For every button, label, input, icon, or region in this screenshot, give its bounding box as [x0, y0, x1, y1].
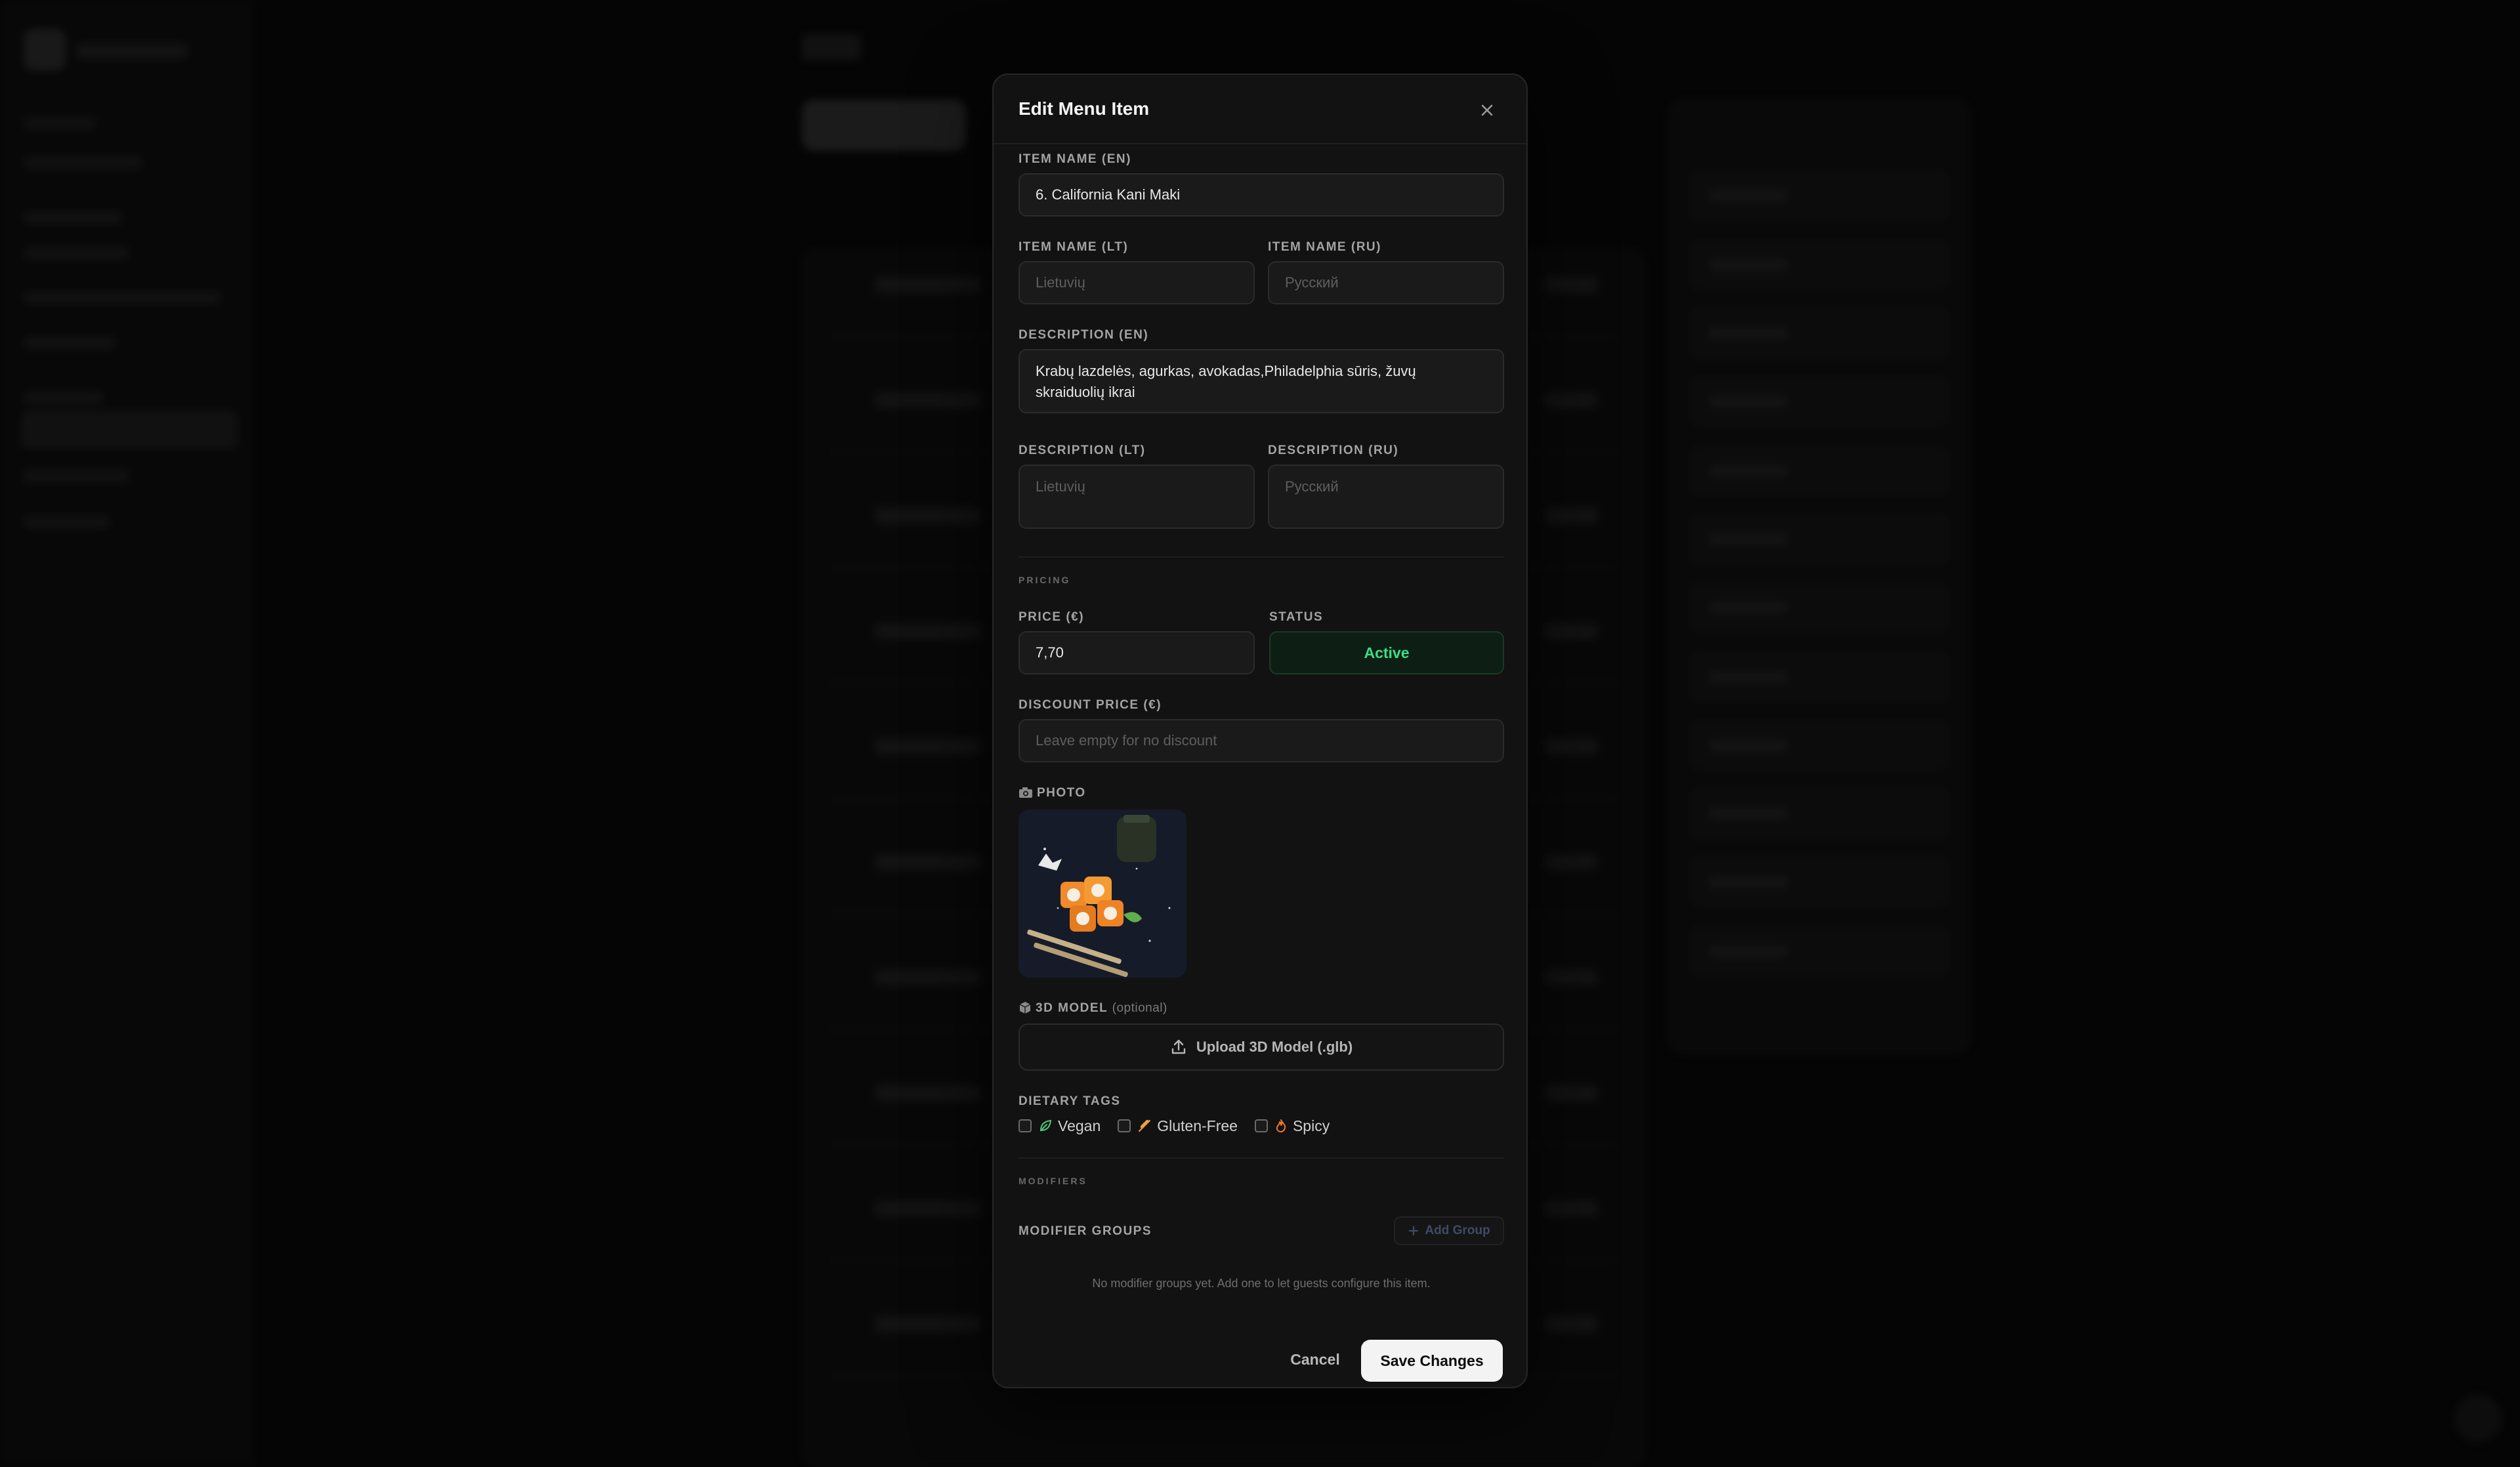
- photo-label-row: PHOTO: [1018, 786, 1086, 800]
- background-side-row: [1689, 513, 1949, 566]
- discount-price-input[interactable]: [1018, 719, 1504, 762]
- gluten-free-checkbox[interactable]: [1118, 1119, 1131, 1132]
- cancel-button[interactable]: Cancel: [1276, 1340, 1354, 1379]
- tag-gluten-free[interactable]: Gluten-Free: [1118, 1117, 1238, 1135]
- background-side-row: [1689, 581, 1949, 634]
- background-side-row: [1689, 651, 1949, 703]
- spicy-label: Spicy: [1292, 1117, 1330, 1134]
- logo-placeholder: [24, 29, 66, 71]
- background-side-panel: [1668, 100, 1970, 1054]
- photo-label: PHOTO: [1037, 786, 1086, 800]
- item-name-en-input[interactable]: [1018, 173, 1504, 217]
- sidebar-line: [24, 247, 129, 260]
- add-group-label: Add Group: [1425, 1224, 1490, 1237]
- background-side-row: [1689, 787, 1949, 840]
- item-name-en-label: ITEM NAME (EN): [1018, 152, 1131, 166]
- background-title: [802, 34, 861, 60]
- flame-icon: [1276, 1119, 1286, 1132]
- gluten-free-label: Gluten-Free: [1157, 1117, 1238, 1134]
- description-lt-textarea[interactable]: [1018, 465, 1255, 529]
- background-button: [802, 100, 966, 151]
- sidebar-active-item: [21, 411, 238, 449]
- camera-icon: [1019, 787, 1032, 798]
- save-changes-button[interactable]: Save Changes: [1361, 1340, 1503, 1382]
- background-side-row: [1689, 856, 1949, 908]
- status-label: STATUS: [1269, 610, 1324, 624]
- sidebar-line: [24, 211, 122, 224]
- section-divider: [1018, 556, 1504, 558]
- description-en-label: DESCRIPTION (EN): [1018, 328, 1149, 342]
- item-name-lt-label: ITEM NAME (LT): [1018, 240, 1129, 254]
- item-photo[interactable]: [1018, 810, 1186, 978]
- vegan-label: Vegan: [1058, 1117, 1101, 1134]
- close-icon[interactable]: [1474, 97, 1500, 123]
- upload-icon: [1171, 1039, 1186, 1054]
- background-side-row: [1689, 719, 1949, 772]
- background-side-row: [1689, 445, 1949, 497]
- model-label: 3D MODEL: [1036, 1001, 1108, 1015]
- modifier-groups-label: MODIFIER GROUPS: [1018, 1224, 1152, 1238]
- logo-text-placeholder: [76, 43, 188, 59]
- background-fab: [2454, 1395, 2502, 1442]
- sidebar-line: [24, 391, 102, 404]
- edit-menu-item-modal: Edit Menu Item ITEM NAME (EN) ITEM NAME …: [992, 73, 1528, 1388]
- upload-3d-model-button[interactable]: Upload 3D Model (.glb): [1018, 1023, 1504, 1071]
- sidebar-line: [24, 291, 220, 304]
- model-optional-note: (optional): [1112, 1001, 1167, 1015]
- leaf-icon: [1040, 1119, 1052, 1132]
- description-ru-textarea[interactable]: [1268, 465, 1504, 529]
- background-side-row: [1689, 169, 1949, 222]
- tag-vegan[interactable]: Vegan: [1018, 1117, 1101, 1135]
- dietary-tags-row: Vegan Gluten-Free Spicy: [1018, 1114, 1347, 1138]
- description-ru-label: DESCRIPTION (RU): [1268, 444, 1399, 457]
- model-label-row: 3D MODEL (optional): [1018, 1001, 1167, 1016]
- vegan-checkbox[interactable]: [1018, 1119, 1032, 1132]
- pricing-section-label: PRICING: [1018, 575, 1071, 585]
- sidebar-line: [24, 117, 96, 130]
- sidebar-line: [24, 516, 109, 529]
- tag-spicy[interactable]: Spicy: [1254, 1117, 1330, 1135]
- modal-header: Edit Menu Item: [994, 75, 1526, 144]
- modal-title: Edit Menu Item: [1018, 98, 1150, 119]
- price-input[interactable]: [1018, 631, 1255, 674]
- item-name-lt-input[interactable]: [1018, 261, 1255, 304]
- background-side-row: [1689, 239, 1949, 291]
- background-side-row: [1689, 375, 1949, 428]
- modifier-groups-empty-note: No modifier groups yet. Add one to let g…: [1092, 1277, 1431, 1290]
- wheat-icon: [1139, 1119, 1151, 1132]
- status-toggle[interactable]: Active: [1269, 631, 1504, 674]
- description-en-textarea[interactable]: Krabų lazdelės, agurkas, avokadas,Philad…: [1018, 349, 1504, 413]
- add-group-button[interactable]: Add Group: [1394, 1216, 1504, 1245]
- item-name-ru-label: ITEM NAME (RU): [1268, 240, 1381, 254]
- cube-icon: [1019, 1002, 1031, 1014]
- discount-price-label: DISCOUNT PRICE (€): [1018, 698, 1162, 712]
- sidebar-line: [24, 470, 129, 483]
- dietary-tags-label: DIETARY TAGS: [1018, 1094, 1121, 1108]
- sidebar-line: [24, 336, 116, 349]
- section-divider: [1018, 1157, 1504, 1159]
- upload-3d-model-label: Upload 3D Model (.glb): [1196, 1039, 1353, 1055]
- background-side-row: [1689, 307, 1949, 360]
- modifiers-section-label: MODIFIERS: [1018, 1176, 1087, 1186]
- sidebar-line: [24, 156, 142, 169]
- price-label: PRICE (€): [1018, 610, 1085, 624]
- item-name-ru-input[interactable]: [1268, 261, 1504, 304]
- description-lt-label: DESCRIPTION (LT): [1018, 444, 1146, 457]
- spicy-checkbox[interactable]: [1254, 1119, 1268, 1132]
- background-sidebar: [0, 0, 251, 1464]
- background-side-row: [1689, 925, 1949, 978]
- plus-icon: [1409, 1226, 1419, 1236]
